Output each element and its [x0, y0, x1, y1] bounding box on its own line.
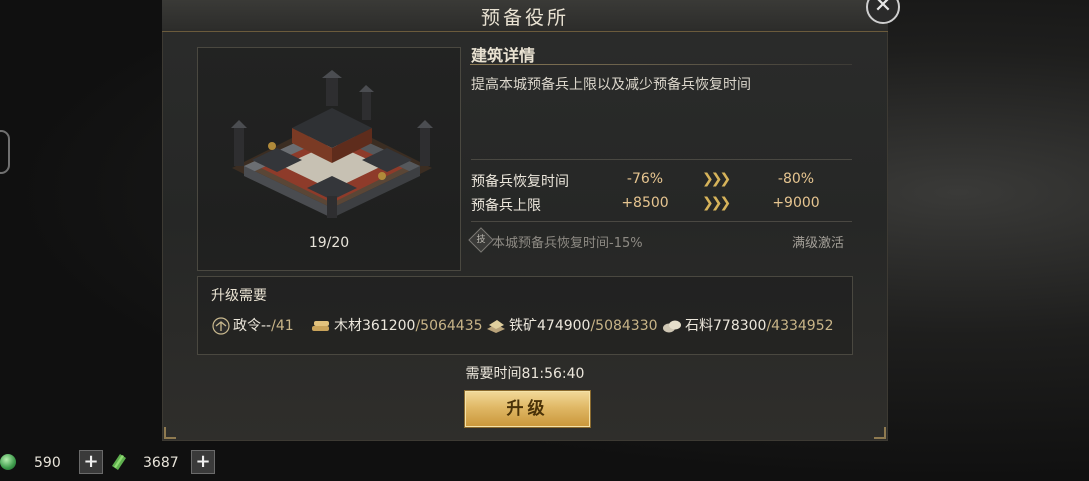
corner-ornament: [874, 427, 886, 439]
panel-title: 预备役所: [480, 7, 569, 29]
upgrade-arrow-icon: ❯❯❯: [702, 195, 731, 211]
building-level: 19/20: [308, 235, 350, 251]
max-level-bonus-status: 满级激活: [792, 236, 845, 251]
requirements-heading: 升级需要: [211, 288, 267, 304]
stats-divider-top: [471, 159, 852, 160]
decree-icon: [212, 317, 230, 335]
requirement-decree: 政令--/41: [212, 315, 294, 335]
building-illustration: [231, 70, 433, 218]
requirements-box: 升级需要 政令--/41 木材361200/5064435 铁矿474900/5…: [197, 276, 853, 355]
building-image-frame: 19/20: [197, 47, 461, 271]
required-time: 需要时间81:56:40: [465, 366, 585, 382]
wood-icon: [312, 321, 329, 331]
stat-next-value: +9000: [772, 195, 820, 211]
money-amount: 3687: [143, 455, 179, 471]
building-panel: 预备役所 ✕ 19/20 建筑详情 提高本城预备兵上限以及减少预备兵恢复时间 预…: [162, 0, 900, 441]
jade-amount: 590: [34, 455, 61, 471]
iron-icon: [487, 320, 505, 333]
stat-current-value: +8500: [621, 195, 669, 211]
stat-label: 预备兵上限: [471, 198, 541, 214]
upgrade-arrow-icon: ❯❯❯: [702, 171, 731, 187]
side-handle[interactable]: [0, 130, 10, 174]
add-jade-button[interactable]: +: [79, 450, 103, 474]
max-level-bonus-text: 本城预备兵恢复时间-15%: [492, 236, 643, 251]
corner-ornament: [164, 427, 176, 439]
upgrade-button[interactable]: 升级: [464, 390, 591, 428]
stone-icon: [663, 320, 681, 333]
details-heading: 建筑详情: [471, 46, 536, 65]
details-divider: [470, 64, 852, 65]
stats-divider-bottom: [471, 221, 852, 222]
currency-bar: 590 + 3687 +: [0, 445, 260, 479]
stat-next-value: -80%: [777, 171, 815, 187]
add-money-button[interactable]: +: [191, 450, 215, 474]
panel-titlebar: 预备役所: [162, 0, 888, 32]
stat-current-value: -76%: [626, 171, 664, 187]
stat-label: 预备兵恢复时间: [471, 174, 569, 190]
building-description: 提高本城预备兵上限以及减少预备兵恢复时间: [471, 77, 751, 93]
requirement-stone: 石料778300/4334952: [662, 315, 834, 335]
requirement-iron: 铁矿474900/5084330: [486, 315, 658, 335]
jade-icon: [0, 454, 16, 470]
requirement-wood: 木材361200/5064435: [311, 315, 483, 335]
skill-icon: 技: [468, 227, 494, 253]
money-icon: [112, 454, 126, 470]
